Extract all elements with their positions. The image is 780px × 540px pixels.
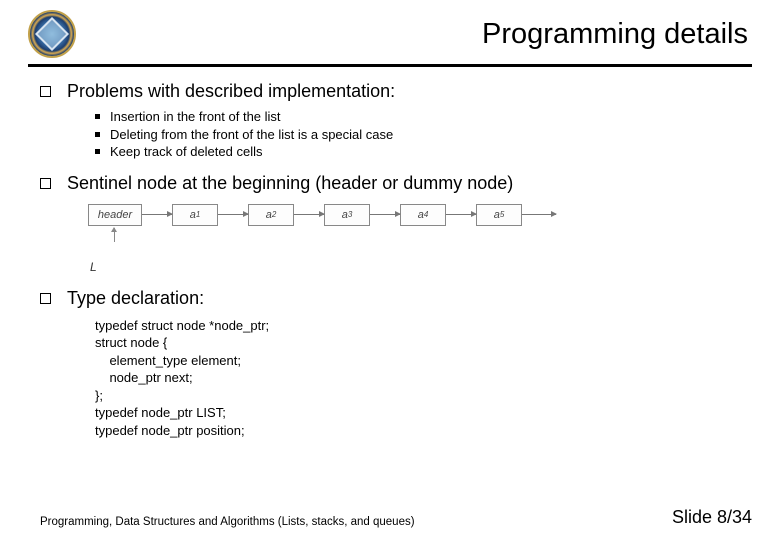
square-bullet-icon	[95, 149, 100, 154]
sub-bullet-text: Insertion in the front of the list	[110, 108, 281, 126]
checkbox-icon	[40, 293, 51, 304]
diagram-node: a4	[400, 204, 446, 226]
checkbox-icon	[40, 86, 51, 97]
title-divider	[28, 64, 752, 67]
diagram-header-node: header	[88, 204, 142, 226]
sub-bullet: Deleting from the front of the list is a…	[95, 126, 740, 144]
diagram-node: a5	[476, 204, 522, 226]
arrow-icon	[218, 214, 248, 215]
checkbox-icon	[40, 178, 51, 189]
slide-number: Slide 8/34	[672, 507, 752, 528]
footer-course-title: Programming, Data Structures and Algorit…	[40, 516, 415, 528]
diagram-pointer-label: L	[90, 260, 740, 274]
arrow-icon	[522, 214, 556, 215]
up-arrow-icon	[114, 228, 115, 242]
code-block: typedef struct node *node_ptr; struct no…	[95, 317, 740, 440]
bullet-problems: Problems with described implementation:	[40, 81, 740, 102]
linked-list-diagram: header a1 a2 a3 a4 a5 L	[88, 204, 740, 274]
arrow-icon	[370, 214, 400, 215]
logo-seal	[28, 10, 76, 58]
diagram-node: a2	[248, 204, 294, 226]
heading-problems: Problems with described implementation:	[67, 81, 395, 102]
sub-bullet-list: Insertion in the front of the list Delet…	[95, 108, 740, 161]
square-bullet-icon	[95, 132, 100, 137]
sub-bullet: Insertion in the front of the list	[95, 108, 740, 126]
bullet-typedecl: Type declaration:	[40, 288, 740, 309]
diagram-node: a3	[324, 204, 370, 226]
arrow-icon	[294, 214, 324, 215]
sub-bullet-text: Deleting from the front of the list is a…	[110, 126, 393, 144]
heading-sentinel: Sentinel node at the beginning (header o…	[67, 173, 513, 194]
sub-bullet: Keep track of deleted cells	[95, 143, 740, 161]
bullet-sentinel: Sentinel node at the beginning (header o…	[40, 173, 740, 194]
heading-typedecl: Type declaration:	[67, 288, 204, 309]
square-bullet-icon	[95, 114, 100, 119]
diagram-node: a1	[172, 204, 218, 226]
arrow-icon	[446, 214, 476, 215]
sub-bullet-text: Keep track of deleted cells	[110, 143, 262, 161]
slide-title: Programming details	[76, 18, 752, 51]
arrow-icon	[142, 214, 172, 215]
